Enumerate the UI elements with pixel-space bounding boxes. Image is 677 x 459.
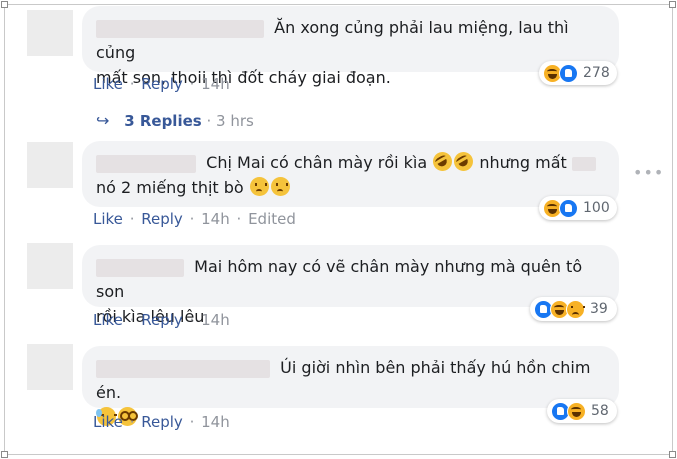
comment-text: Úi giời nhìn bên phải thấy hú hồn chim é… [96,358,591,402]
rofl-emoji-icon [429,148,456,175]
like-link[interactable]: Like [93,75,123,93]
worried-emoji-icon [270,177,290,196]
haha-reaction-icon [567,401,586,421]
comment-actions: Like · Reply · 14h · Edited [93,210,296,228]
like-link[interactable]: Like [93,311,123,329]
like-reaction-icon [559,63,578,83]
reply-link[interactable]: Reply [141,75,183,93]
reaction-summary[interactable]: 39 [530,297,617,321]
sad-reaction-icon [566,299,585,319]
comment-actions: Like · Reply · 14h [93,311,230,329]
avatar[interactable] [27,243,73,289]
comment-timestamp[interactable]: 14h [201,311,230,329]
commenter-name[interactable] [96,154,196,173]
comment-bubble: Chị Mai có chân mày rồi kìa nhưng mất nó… [82,141,619,207]
resize-handle-top-right[interactable] [669,1,676,8]
comment-text-line: nó 2 miếng thịt bò [96,175,605,200]
reaction-summary[interactable]: 100 [539,196,617,220]
reply-link[interactable]: Reply [141,311,183,329]
reply-arrow-icon: ↪ [96,111,110,130]
comment-bubble: Ăn xong củng phải lau miệng, lau thì củn… [82,6,619,87]
replies-timestamp: 3 hrs [216,112,254,130]
comment-actions: Like · Reply · 14h [93,75,230,93]
avatar[interactable] [27,10,73,56]
edited-label[interactable]: Edited [248,210,296,228]
comment-text: Mai hôm nay có vẽ chân mày nhưng mà quên… [96,257,583,301]
comment-actions: Like · Reply · 14h [93,413,230,431]
replies-count-label[interactable]: 3 Replies [124,112,202,130]
commenter-name[interactable] [96,359,270,378]
commenter-name[interactable] [96,258,184,277]
comment-timestamp[interactable]: 14h [201,210,230,228]
more-options-icon[interactable]: ••• [633,163,664,182]
like-reaction-icon [559,198,578,218]
comment-text: Chị Mai có chân mày rồi kìa nhưng mất [96,148,605,175]
avatar[interactable] [27,344,73,390]
reaction-summary[interactable]: 58 [547,399,617,423]
comment-text: Ăn xong củng phải lau miệng, lau thì củn… [96,18,569,62]
avatar[interactable] [27,142,73,188]
reaction-summary[interactable]: 278 [539,61,617,85]
commenter-name[interactable] [96,19,264,38]
view-replies-link[interactable]: ↪ 3 Replies · 3 hrs [96,111,254,130]
like-link[interactable]: Like [93,210,123,228]
comment-bubble: Úi giời nhìn bên phải thấy hú hồn chim é… [82,346,619,426]
resize-handle-bottom-right[interactable] [669,451,676,458]
reply-link[interactable]: Reply [141,413,183,431]
reaction-count: 39 [590,301,608,317]
comment-timestamp[interactable]: 14h [201,75,230,93]
reply-link[interactable]: Reply [141,210,183,228]
resize-handle-bottom-left[interactable] [1,451,8,458]
resize-handle-top-left[interactable] [1,1,8,8]
reaction-count: 58 [591,403,609,419]
reaction-count: 278 [583,65,610,81]
mention-blur [571,156,596,171]
comment-timestamp[interactable]: 14h [201,413,230,431]
worried-emoji-icon [249,177,269,196]
rofl-emoji-icon [450,148,477,175]
reaction-count: 100 [583,200,610,216]
like-link[interactable]: Like [93,413,123,431]
